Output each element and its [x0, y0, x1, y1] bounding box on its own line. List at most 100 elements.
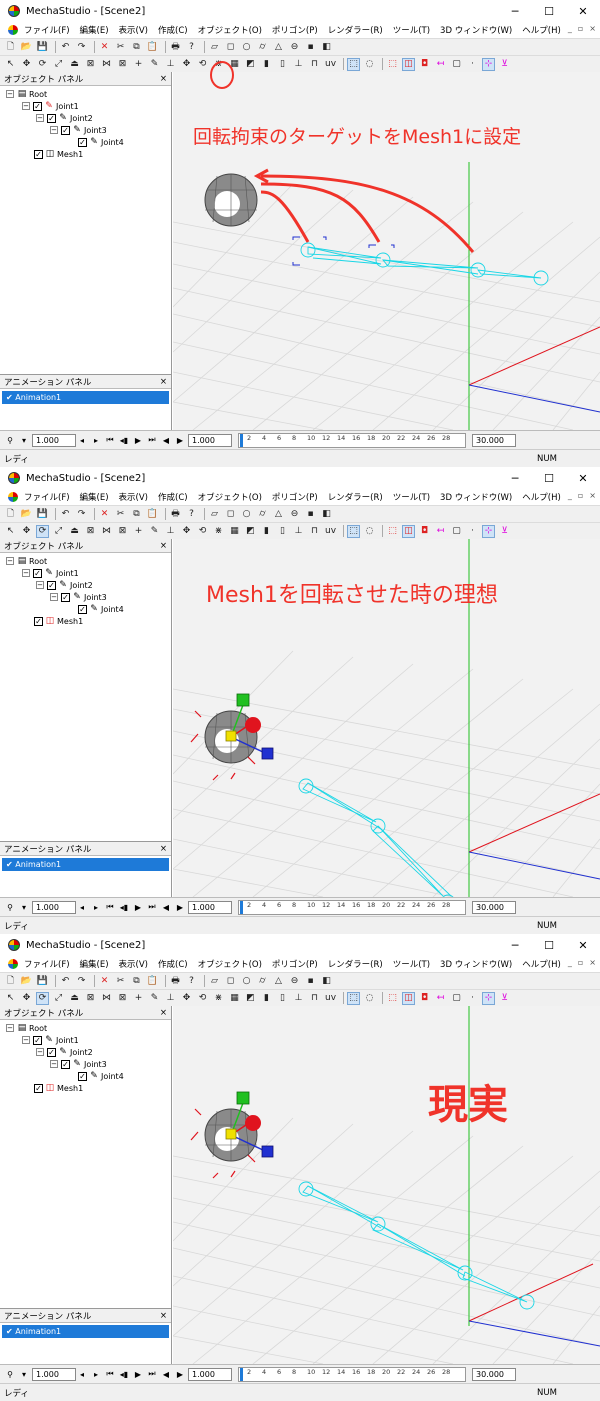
menu-3d-window[interactable]: 3D ウィンドウ(W) [440, 24, 512, 36]
play-icon[interactable]: ▶ [132, 434, 144, 447]
menu-edit[interactable]: 編集(E) [80, 24, 109, 36]
create-plane-icon[interactable]: ▱ [208, 41, 221, 54]
dropdown-icon[interactable]: ▾ [18, 434, 30, 447]
close-button[interactable]: ✕ [566, 934, 600, 956]
menu-3d-window[interactable]: 3D ウィンドウ(W) [440, 958, 512, 970]
visibility-checkbox[interactable]: ✓ [78, 604, 87, 614]
prev-key-icon[interactable]: ◂ [76, 1368, 88, 1381]
create-torus-icon[interactable]: ⊖ [288, 41, 301, 54]
new-file-icon[interactable]: 🗋 [4, 508, 17, 521]
tree-node-joint1[interactable]: − ✓ ✎ Joint1 [0, 100, 171, 112]
ik-icon[interactable]: ⊥ [164, 58, 177, 71]
next-key-icon[interactable]: ▸ [90, 901, 102, 914]
step-back-icon[interactable]: ◀ [160, 901, 172, 914]
uv-icon[interactable]: uv [324, 525, 337, 538]
select-arrow-icon[interactable]: ↖ [4, 992, 17, 1005]
step-forward-icon[interactable]: ▶ [174, 901, 186, 914]
axis-x-icon[interactable]: ⊹ [482, 991, 495, 1005]
visibility-checkbox[interactable]: ✓ [34, 616, 43, 626]
rotate-icon[interactable]: ⟳ [36, 524, 49, 538]
rect-select-icon[interactable]: ⬚ [347, 57, 360, 71]
animation-panel-close-button[interactable]: × [160, 1311, 167, 1321]
first-frame-icon[interactable]: ⏮ [104, 901, 116, 914]
scale-icon[interactable]: ⤢ [52, 58, 65, 71]
object-mode-icon[interactable]: ◫ [402, 57, 415, 71]
prev-key-icon[interactable]: ◂ [76, 901, 88, 914]
lasso-select-icon[interactable]: ◌ [363, 525, 376, 538]
document-icon[interactable] [8, 25, 18, 35]
end-frame-field[interactable]: 30.000 [472, 433, 516, 447]
open-folder-icon[interactable]: 📂 [20, 508, 33, 521]
rect-select-icon[interactable]: ⬚ [347, 524, 360, 538]
mdi-close-button[interactable]: × [589, 958, 596, 967]
joint-chain[interactable] [298, 1181, 535, 1310]
visibility-checkbox[interactable]: ✓ [34, 1083, 43, 1093]
visibility-checkbox[interactable]: ✓ [33, 568, 42, 578]
object-panel-close-button[interactable]: × [160, 541, 167, 551]
menu-3d-window[interactable]: 3D ウィンドウ(W) [440, 491, 512, 503]
tree-node-joint4[interactable]: ✓ ✎ Joint4 [0, 1070, 171, 1082]
last-frame-icon[interactable]: ⏭ [146, 901, 158, 914]
end-frame-field[interactable]: 30.000 [472, 900, 516, 914]
flatten-icon[interactable]: ▯ [276, 58, 289, 71]
menu-tools[interactable]: ツール(T) [393, 491, 430, 503]
rotate-icon[interactable]: ⟳ [36, 58, 49, 71]
ik-target-icon[interactable]: ✥ [180, 992, 193, 1005]
tree-node-root[interactable]: − ▤ Root [0, 555, 171, 567]
menu-object[interactable]: オブジェクト(O) [198, 24, 262, 36]
tree-node-joint4[interactable]: ✓ ✎ Joint4 [0, 603, 171, 615]
mdi-restore-button[interactable]: ▫ [578, 958, 583, 967]
mdi-minimize-button[interactable]: _ [568, 24, 572, 33]
create-torus-icon[interactable]: ⊖ [288, 508, 301, 521]
maximize-button[interactable]: ☐ [532, 0, 566, 22]
collapse-icon[interactable]: − [50, 1060, 58, 1068]
animation-panel-close-button[interactable]: × [160, 377, 167, 387]
create-cone-icon[interactable]: △ [272, 975, 285, 988]
weight-icon[interactable]: ▦ [228, 992, 241, 1005]
extrude-icon[interactable]: ⏏ [68, 58, 81, 71]
undo-icon[interactable]: ↶ [59, 508, 72, 521]
timeline-ruler[interactable]: 2 4 6 8 10 12 14 16 18 20 22 24 26 28 [238, 1366, 466, 1382]
redo-icon[interactable]: ↷ [75, 41, 88, 54]
visibility-checkbox[interactable]: ✓ [33, 101, 42, 111]
copy-icon[interactable]: ⧉ [130, 975, 143, 988]
menu-edit[interactable]: 編集(E) [80, 491, 109, 503]
visibility-checkbox[interactable]: ✓ [47, 580, 56, 590]
save-icon[interactable]: 💾 [36, 41, 49, 54]
close-button[interactable]: ✕ [566, 467, 600, 489]
rotate-gizmo[interactable] [190, 1091, 274, 1179]
mdi-close-button[interactable]: × [589, 491, 596, 500]
axis-y-icon[interactable]: ⊻ [498, 992, 511, 1005]
menu-polygon[interactable]: ポリゴン(P) [272, 958, 318, 970]
gradient-icon[interactable]: ▮ [260, 525, 273, 538]
step-back-icon[interactable]: ◀ [160, 1368, 172, 1381]
magnet-icon[interactable]: ⊓ [308, 525, 321, 538]
axis-x-icon[interactable]: ⊹ [482, 57, 495, 71]
delete-icon[interactable]: ✕ [98, 508, 111, 521]
scale-icon[interactable]: ⤢ [52, 525, 65, 538]
animation-item[interactable]: ✔ Animation1 [2, 1325, 169, 1338]
camera-icon[interactable]: ▪ [304, 41, 317, 54]
camera-icon[interactable]: ▪ [304, 975, 317, 988]
dot-icon[interactable]: · [466, 58, 479, 71]
gradient-icon[interactable]: ▮ [260, 992, 273, 1005]
timeline-cursor[interactable] [240, 1367, 243, 1381]
knife-icon[interactable]: ⋈ [100, 992, 113, 1005]
collapse-icon[interactable]: − [6, 557, 14, 565]
lasso-select-icon[interactable]: ◌ [363, 992, 376, 1005]
face-mode-icon[interactable]: ◘ [418, 525, 431, 538]
back-arrow-icon[interactable]: ↤ [434, 525, 447, 538]
menu-create[interactable]: 作成(C) [158, 24, 188, 36]
collapse-icon[interactable]: − [36, 114, 44, 122]
uv-icon[interactable]: uv [324, 992, 337, 1005]
visibility-checkbox[interactable]: ✓ [78, 137, 87, 147]
collapse-icon[interactable]: − [22, 569, 30, 577]
align-icon[interactable]: ⊥ [292, 525, 305, 538]
menu-view[interactable]: 表示(V) [119, 491, 148, 503]
menu-file[interactable]: ファイル(F) [24, 24, 70, 36]
extrude-icon[interactable]: ⏏ [68, 992, 81, 1005]
collapse-icon[interactable]: − [36, 581, 44, 589]
select-arrow-icon[interactable]: ↖ [4, 525, 17, 538]
face-mode-icon[interactable]: ◘ [418, 58, 431, 71]
menu-create[interactable]: 作成(C) [158, 958, 188, 970]
